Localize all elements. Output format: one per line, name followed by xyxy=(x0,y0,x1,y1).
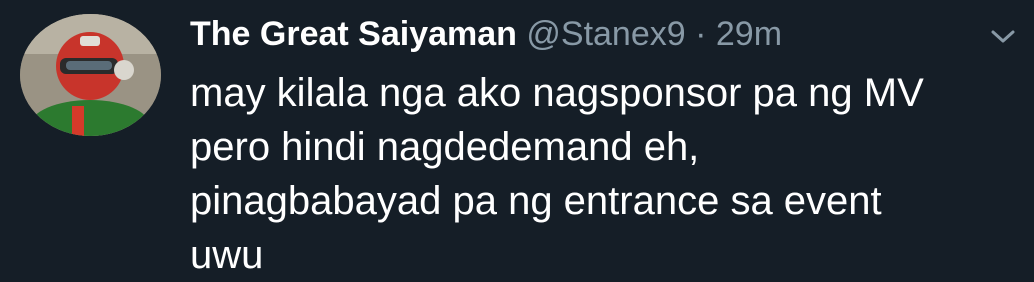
display-name[interactable]: The Great Saiyaman xyxy=(190,15,517,53)
timestamp[interactable]: 29m xyxy=(716,15,782,53)
avatar[interactable] xyxy=(20,14,161,136)
tweet-text: may kilala nga ako nagsponsor pa ng MV p… xyxy=(190,66,1020,282)
tweet-text-line: pinagbabayad pa ng entrance sa event xyxy=(190,179,882,223)
chevron-down-icon[interactable] xyxy=(986,24,1020,48)
avatar-image xyxy=(20,14,161,136)
tweet-card[interactable]: The Great Saiyaman @Stanex9 · 29m may ki… xyxy=(0,0,1034,277)
tweet-text-line: pero hindi nagdedemand eh, xyxy=(190,125,700,169)
tweet-text-line: uwu xyxy=(190,233,264,277)
tweet-header: The Great Saiyaman @Stanex9 · 29m xyxy=(190,12,782,56)
tweet-text-line: may kilala nga ako nagsponsor pa ng MV xyxy=(190,71,924,115)
user-handle[interactable]: @Stanex9 xyxy=(526,15,685,53)
separator-dot: · xyxy=(695,15,707,53)
